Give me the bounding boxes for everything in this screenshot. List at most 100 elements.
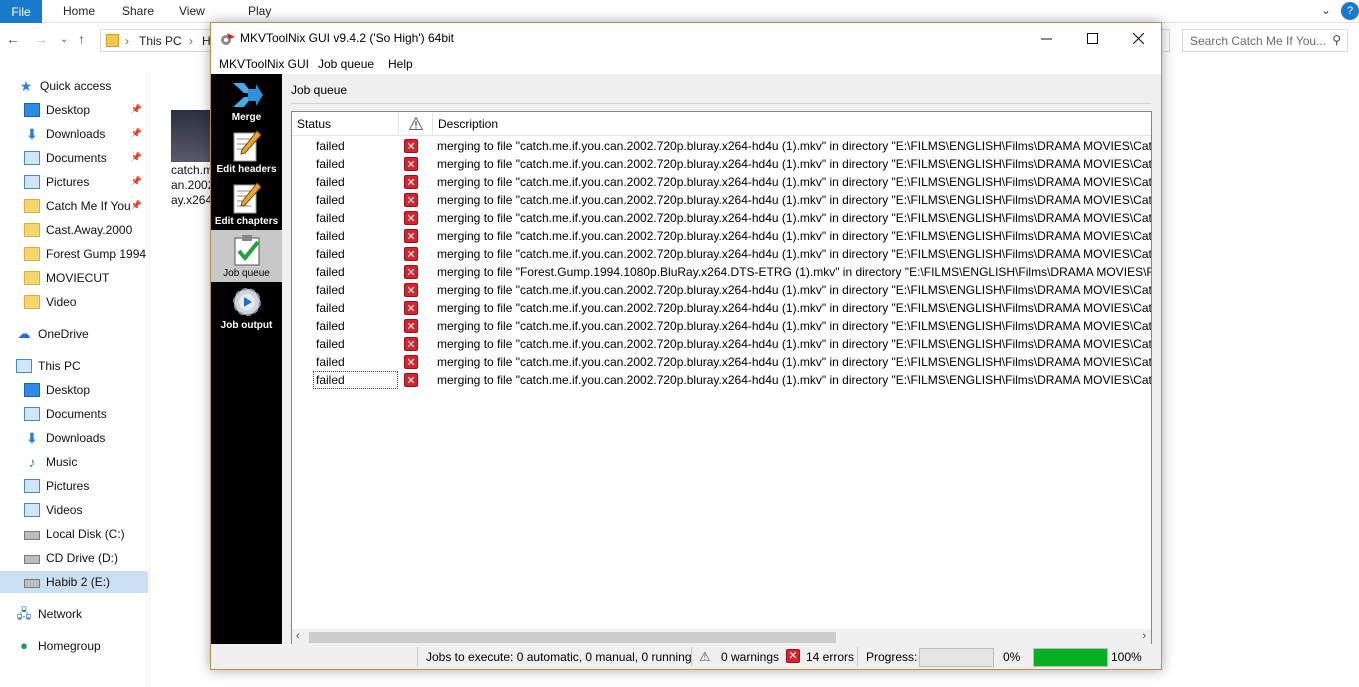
- nav-onedrive[interactable]: ☁ OneDrive: [16, 323, 164, 345]
- table-row[interactable]: failed ✕ merging to file "Forest.Gump.1994…: [292, 263, 1151, 281]
- recent-locations-icon[interactable]: ⌄: [60, 34, 68, 45]
- up-arrow-icon[interactable]: ↑: [78, 31, 85, 47]
- nav-this-pc[interactable]: This PC: [16, 355, 164, 377]
- sidebar-item-edit-headers[interactable]: Edit headers: [211, 126, 282, 178]
- nav-pc-documents[interactable]: Documents: [24, 403, 172, 425]
- nav-label: OneDrive: [38, 327, 89, 341]
- ribbon-tab-share[interactable]: Share: [122, 4, 154, 18]
- nav-label: Documents: [46, 151, 107, 165]
- sidebar-label: Edit headers: [216, 164, 277, 175]
- job-status: failed: [316, 247, 345, 261]
- scroll-right-icon[interactable]: ›: [1142, 630, 1146, 642]
- nav-quick-catch-me[interactable]: Catch Me If You 📌: [24, 195, 172, 217]
- nav-pc-music[interactable]: ♪ Music: [24, 451, 172, 473]
- warnings-count[interactable]: 0 warnings: [721, 650, 779, 664]
- sidebar-item-edit-chapters[interactable]: Edit chapters: [211, 178, 282, 230]
- nav-pc-downloads[interactable]: ⬇ Downloads: [24, 427, 172, 449]
- menu-mkvtoolnix-gui[interactable]: MKVToolNix GUI: [219, 57, 309, 71]
- nav-pc-cd-drive[interactable]: CD Drive (D:): [24, 547, 172, 569]
- table-row[interactable]: failed ✕ merging to file "catch.me.if.you.…: [292, 371, 1151, 389]
- column-header-warning[interactable]: [399, 112, 433, 136]
- sidebar-item-job-queue[interactable]: Job queue: [211, 230, 282, 282]
- menu-job-queue[interactable]: Job queue: [318, 57, 374, 71]
- divider: [857, 647, 858, 666]
- ribbon-tab-play[interactable]: Play: [248, 4, 271, 18]
- error-icon: ✕: [404, 373, 418, 387]
- menu-help[interactable]: Help: [388, 57, 413, 71]
- error-icon: ✕: [404, 139, 418, 153]
- folder-icon: [24, 199, 40, 213]
- job-output-gear-icon: [232, 288, 261, 316]
- folder-icon: [24, 223, 40, 237]
- nav-quick-desktop[interactable]: Desktop 📌: [24, 99, 172, 121]
- job-queue-table[interactable]: Status Description failed ✕ merging to fil…: [291, 111, 1152, 647]
- nav-label: Downloads: [46, 127, 106, 141]
- nav-label: This PC: [38, 359, 81, 373]
- nav-quick-moviecut[interactable]: MOVIECUT: [24, 267, 172, 289]
- nav-quick-forest-gump[interactable]: Forest Gump 1994: [24, 243, 172, 265]
- nav-homegroup[interactable]: ● Homegroup: [16, 635, 164, 657]
- table-row[interactable]: failed ✕ merging to file "catch.me.if.you.…: [292, 209, 1151, 227]
- table-row[interactable]: failed ✕ merging to file "catch.me.if.you.…: [292, 353, 1151, 371]
- search-input[interactable]: Search Catch Me If You... ⚲: [1182, 29, 1348, 52]
- nav-network[interactable]: 🖧 Network: [16, 603, 164, 625]
- forward-arrow-icon[interactable]: →: [34, 31, 48, 47]
- nav-pc-videos[interactable]: Videos: [24, 499, 172, 521]
- back-arrow-icon[interactable]: ←: [6, 31, 20, 47]
- job-status: failed: [316, 229, 345, 243]
- minimize-button[interactable]: [1023, 23, 1069, 54]
- table-row[interactable]: failed ✕ merging to file "catch.me.if.you.…: [292, 191, 1151, 209]
- title-bar[interactable]: MKVToolNix GUI v9.4.2 ('So High') 64bit: [211, 23, 1161, 54]
- table-header: Status Description: [292, 112, 1151, 136]
- table-row[interactable]: failed ✕ merging to file "catch.me.if.you.…: [292, 137, 1151, 155]
- search-icon: ⚲: [1332, 33, 1341, 47]
- nav-label: Habib 2 (E:): [46, 575, 111, 589]
- nav-label: CD Drive (D:): [46, 551, 118, 565]
- column-header-status[interactable]: Status: [292, 112, 399, 136]
- nav-pc-pictures[interactable]: Pictures: [24, 475, 172, 497]
- close-button[interactable]: [1115, 23, 1161, 54]
- nav-pc-desktop[interactable]: Desktop: [24, 379, 172, 401]
- scroll-left-icon[interactable]: ‹: [296, 630, 300, 642]
- ribbon-tab-view[interactable]: View: [179, 4, 205, 18]
- job-description: merging to file "catch.me.if.you.can.200…: [437, 229, 1151, 243]
- nav-quick-documents[interactable]: Documents 📌: [24, 147, 172, 169]
- table-row[interactable]: failed ✕ merging to file "catch.me.if.you.…: [292, 155, 1151, 173]
- table-row[interactable]: failed ✕ merging to file "catch.me.if.you.…: [292, 281, 1151, 299]
- minimize-icon: [1040, 38, 1052, 40]
- file-thumbnail[interactable]: [171, 110, 213, 162]
- explorer-ribbon: File Home Share View Play ⌄ ?: [0, 0, 1359, 23]
- ribbon-tab-file[interactable]: File: [0, 0, 42, 23]
- documents-icon: [24, 407, 40, 421]
- nav-quick-video[interactable]: Video: [24, 291, 172, 313]
- nav-pc-local-disk[interactable]: Local Disk (C:): [24, 523, 172, 545]
- ribbon-expand-icon[interactable]: ⌄: [1321, 3, 1331, 17]
- table-row[interactable]: failed ✕ merging to file "catch.me.if.you.…: [292, 227, 1151, 245]
- nav-quick-access[interactable]: ★ Quick access: [18, 75, 166, 97]
- sidebar-label: Merge: [231, 112, 262, 123]
- table-row[interactable]: failed ✕ merging to file "catch.me.if.you.…: [292, 335, 1151, 353]
- table-row[interactable]: failed ✕ merging to file "catch.me.if.you.…: [292, 173, 1151, 191]
- folder-icon: [24, 247, 40, 261]
- scrollbar-thumb[interactable]: [309, 632, 836, 643]
- ribbon-tab-home[interactable]: Home: [63, 4, 95, 18]
- breadcrumb-this-pc[interactable]: This PC: [139, 34, 182, 48]
- nav-quick-downloads[interactable]: ⬇ Downloads 📌: [24, 123, 172, 145]
- table-row[interactable]: failed ✕ merging to file "catch.me.if.you.…: [292, 299, 1151, 317]
- job-status: failed: [316, 319, 345, 333]
- table-row[interactable]: failed ✕ merging to file "catch.me.if.you.…: [292, 317, 1151, 335]
- nav-quick-pictures[interactable]: Pictures 📌: [24, 171, 172, 193]
- desktop-icon: [24, 383, 40, 397]
- error-icon: ✕: [404, 193, 418, 207]
- sidebar-item-job-output[interactable]: Job output: [211, 282, 282, 334]
- nav-quick-cast-away[interactable]: Cast.Away.2000: [24, 219, 172, 241]
- errors-count[interactable]: 14 errors: [806, 650, 854, 664]
- thumb-label-line: catch.m: [171, 163, 213, 177]
- help-icon[interactable]: ?: [1341, 2, 1359, 20]
- maximize-button[interactable]: [1069, 23, 1115, 54]
- sidebar-item-merge[interactable]: Merge: [211, 74, 282, 126]
- column-header-description[interactable]: Description: [433, 112, 1151, 136]
- nav-label: Homegroup: [38, 639, 101, 653]
- table-row[interactable]: failed ✕ merging to file "catch.me.if.you.…: [292, 245, 1151, 263]
- nav-pc-habib-drive[interactable]: Habib 2 (E:): [0, 571, 148, 593]
